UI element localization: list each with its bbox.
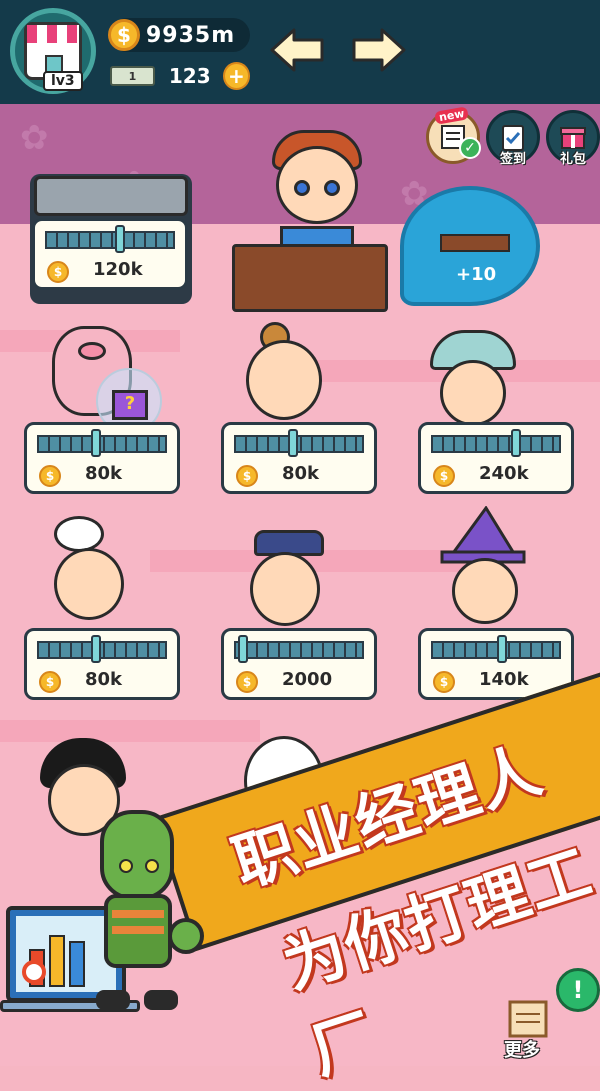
coin-icon: $: [433, 465, 455, 487]
arrow-right-button[interactable]: [350, 26, 406, 74]
meter-knob: [511, 429, 521, 457]
cash-value: 123: [168, 64, 211, 88]
coin-icon: $: [47, 261, 69, 283]
upgrade-price: 80k: [282, 463, 320, 484]
meter-knob: [288, 429, 298, 457]
police-worker[interactable]: [238, 530, 328, 630]
manager-character[interactable]: [262, 120, 372, 254]
coin-icon: $: [39, 671, 61, 693]
machine-icon: [34, 176, 188, 216]
checkin-label: 签到: [499, 152, 526, 167]
more-label: 更多: [504, 1040, 540, 1061]
worker-face: [54, 548, 124, 620]
meter-knob: [91, 635, 101, 663]
upgrade-price: 120k: [93, 259, 143, 280]
eye: [324, 180, 340, 196]
chef-worker[interactable]: [46, 516, 136, 626]
top-right-icons: new ✓ 签到 礼包: [426, 106, 600, 174]
upgrade-price: 80k: [85, 463, 123, 484]
notepad-icon: [508, 1000, 548, 1038]
worker-face: [250, 552, 320, 626]
worker-face: [440, 360, 506, 426]
coin-icon: $: [108, 19, 140, 51]
upgrade-price: 240k: [479, 463, 529, 484]
worker-face: [452, 558, 518, 624]
check-icon: ✓: [459, 137, 481, 159]
mystery-box-icon: ?: [112, 390, 148, 420]
reward-bubble[interactable]: +10: [400, 186, 540, 306]
chef-hat-icon: [54, 516, 104, 552]
worker-card-4[interactable]: $ 80k: [24, 628, 180, 700]
meter-knob: [238, 635, 248, 663]
progress-meter: [234, 641, 364, 659]
worker-face: [246, 340, 322, 420]
witch-worker[interactable]: [438, 506, 528, 630]
upgrade-price: 2000: [282, 669, 333, 690]
cash-counter: 1 123 +: [110, 62, 250, 90]
level-label: lv3: [43, 71, 83, 91]
coin-icon: $: [236, 671, 258, 693]
bun-hair-worker[interactable]: [246, 322, 326, 432]
top-bar: lv3 $ 9935m 1 123 +: [0, 0, 600, 104]
machine-upgrade-card[interactable]: $ 120k: [32, 218, 188, 290]
meter-knob: [497, 635, 507, 663]
factory-level-button[interactable]: lv3: [10, 8, 96, 94]
worker-card-5[interactable]: $ 2000: [221, 628, 377, 700]
arrow-left-icon: [270, 28, 324, 72]
coin-icon: $: [236, 465, 258, 487]
progress-meter: [37, 641, 167, 659]
manager-desk: [232, 244, 388, 312]
help-button[interactable]: !: [556, 968, 600, 1012]
coin-icon: $: [39, 465, 61, 487]
coin-value: 9935m: [146, 22, 236, 48]
worker-card-2[interactable]: $ 80k: [221, 422, 377, 494]
progress-meter: [45, 231, 175, 249]
eye: [294, 180, 310, 196]
manager-face: [276, 146, 358, 224]
meter-knob: [115, 225, 125, 253]
new-notice-button[interactable]: new ✓: [426, 106, 481, 164]
coin-counter: $ 9935m: [108, 18, 250, 52]
reward-amount: +10: [456, 264, 497, 285]
witch-hat-icon: [440, 506, 526, 564]
progress-meter: [37, 435, 167, 453]
worker-card-3[interactable]: $ 240k: [418, 422, 574, 494]
polka-hat-worker[interactable]: [430, 330, 520, 430]
bench-icon: [440, 234, 510, 252]
gift-pack-label: 礼包: [559, 152, 586, 167]
wall-brick: [0, 720, 260, 742]
cash-bill-icon: 1: [110, 66, 155, 86]
worker-card-1[interactable]: $ 80k: [24, 422, 180, 494]
gift-pack-button[interactable]: 礼包: [546, 110, 600, 167]
flower-decoration-icon: ✿: [20, 118, 49, 158]
progress-meter: [431, 435, 561, 453]
checkin-button[interactable]: 签到: [486, 110, 540, 167]
upgrade-price: 80k: [85, 669, 123, 690]
robot-manager-character: [76, 806, 206, 1016]
meter-knob: [91, 429, 101, 457]
pig-snout-icon: [78, 342, 106, 360]
arrow-left-button[interactable]: [270, 26, 326, 74]
add-cash-button[interactable]: +: [222, 62, 250, 90]
progress-meter: [234, 435, 364, 453]
arrow-right-icon: [352, 28, 406, 72]
